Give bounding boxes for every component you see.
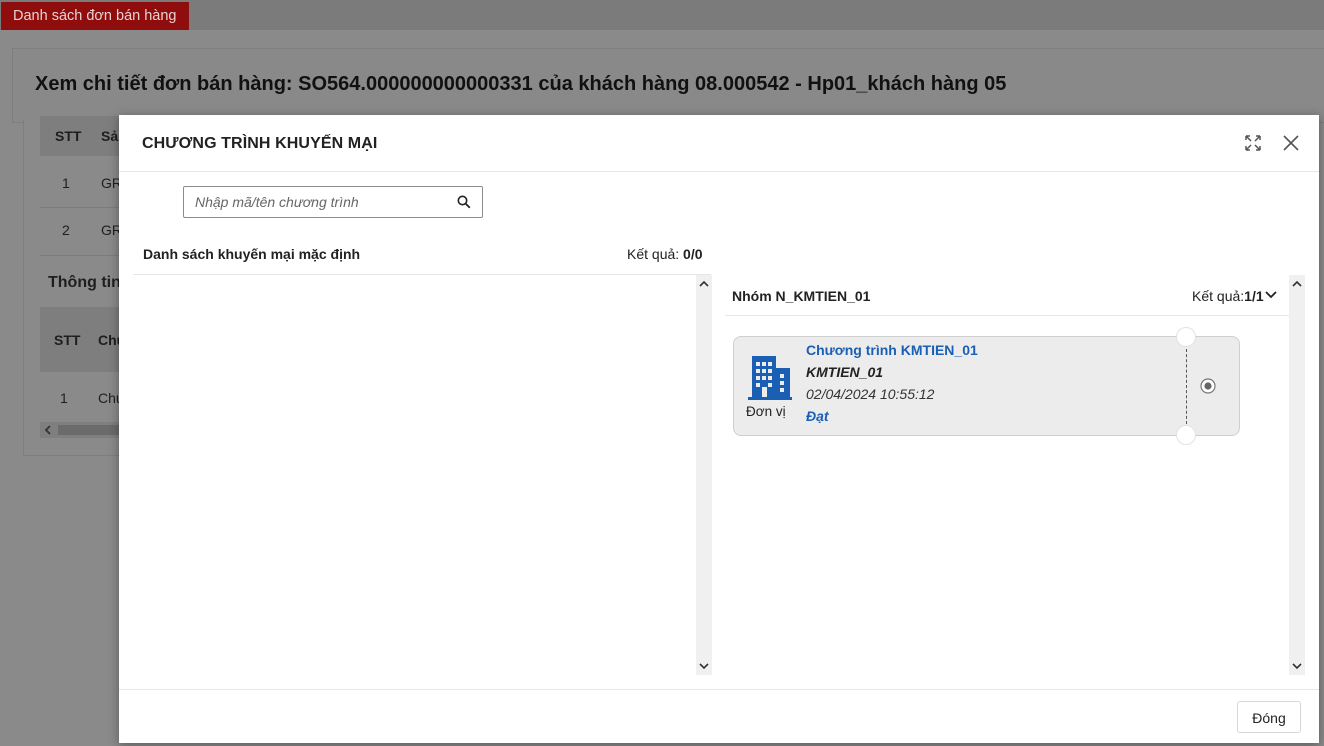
modal-title: CHƯƠNG TRÌNH KHUYẾN MẠI: [142, 135, 378, 152]
building-icon: [748, 356, 792, 400]
close-icon[interactable]: [1281, 133, 1301, 153]
ticket-notch-bottom: [1176, 425, 1196, 445]
page-header-card: Xem chi tiết đơn bán hàng: SO564.0000000…: [12, 48, 1324, 123]
chevron-up-icon[interactable]: [1292, 279, 1302, 289]
ticket-notch-top: [1176, 327, 1196, 347]
result-value: 1/1: [1244, 288, 1264, 304]
promotion-modal: CHƯƠNG TRÌNH KHUYẾN MẠI Danh sách khuyến…: [119, 115, 1319, 743]
page-title: Xem chi tiết đơn bán hàng: SO564.0000000…: [35, 73, 1007, 95]
table1-header-col2: Sả: [101, 128, 119, 144]
chevron-left-icon: [44, 425, 51, 435]
tab-sales-order-list[interactable]: Danh sách đơn bán hàng: [1, 2, 189, 30]
program-code: KMTIEN_01: [806, 364, 884, 380]
left-panel-divider: [133, 274, 711, 275]
right-result-count[interactable]: Kết quả:1/1: [1192, 288, 1277, 304]
top-tab-bar: Danh sách đơn bán hàng: [0, 0, 1324, 30]
table2-horizontal-scrollbar[interactable]: [40, 422, 130, 438]
table2-header-stt: STT: [54, 332, 81, 348]
result-label: Kết quả:: [627, 246, 680, 262]
program-datetime: 02/04/2024 10:55:12: [806, 386, 935, 402]
fullscreen-icon[interactable]: [1243, 133, 1263, 153]
modal-footer: Đóng: [119, 689, 1319, 743]
result-value: 0/0: [683, 246, 703, 262]
right-panel-scrollbar[interactable]: [1289, 275, 1305, 675]
search-input[interactable]: [184, 187, 452, 217]
result-label: Kết quả:: [1192, 288, 1245, 304]
close-button[interactable]: Đóng: [1237, 701, 1301, 733]
chevron-down-icon[interactable]: [1292, 661, 1302, 671]
table1-row-divider: [40, 255, 130, 256]
program-status: Đạt: [806, 408, 829, 424]
right-panel-divider: [725, 315, 1289, 316]
table1-row-divider: [40, 207, 130, 208]
table1-row1-stt: 1: [62, 175, 70, 191]
search-icon[interactable]: [457, 195, 471, 209]
modal-header: CHƯƠNG TRÌNH KHUYẾN MẠI: [119, 115, 1319, 172]
table2-row1-stt: 1: [60, 390, 68, 406]
table1-header-stt: STT: [55, 128, 82, 144]
select-radio[interactable]: [1200, 378, 1216, 394]
left-panel-scrollbar[interactable]: [696, 275, 712, 675]
chevron-down-icon[interactable]: [1264, 290, 1277, 300]
table1-row2-stt: 2: [62, 222, 70, 238]
promotion-card[interactable]: Đơn vị Chương trình KMTIEN_01 KMTIEN_01 …: [733, 327, 1240, 445]
ticket-divider: [1186, 349, 1187, 424]
chevron-up-icon[interactable]: [699, 279, 709, 289]
program-name-link[interactable]: Chương trình KMTIEN_01: [806, 342, 978, 358]
left-result-count: Kết quả: 0/0: [627, 246, 703, 262]
section2-title: Thông tin: [48, 274, 121, 291]
chevron-down-icon[interactable]: [699, 661, 709, 671]
promotion-group-title: Nhóm N_KMTIEN_01: [732, 288, 871, 304]
search-field: [183, 186, 483, 218]
unit-label: Đơn vị: [746, 404, 786, 419]
default-promotion-list-title: Danh sách khuyến mại mặc định: [143, 246, 361, 262]
